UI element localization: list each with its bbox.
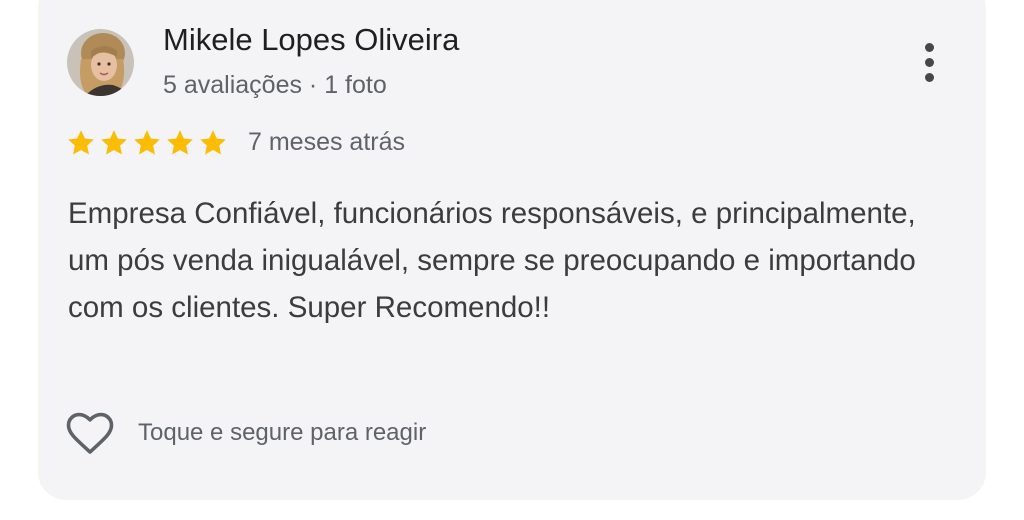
more-vertical-icon-dot: [924, 72, 934, 82]
star-rating: [66, 128, 228, 158]
reviewer-avatar[interactable]: [67, 29, 134, 96]
more-vertical-icon: [924, 42, 934, 52]
react-button[interactable]: Toque e segure para reagir: [66, 410, 426, 456]
star-icon: [134, 130, 160, 155]
avatar-image: [67, 29, 134, 96]
star-icon: [200, 130, 226, 155]
star-icon: [68, 130, 94, 155]
more-options-button[interactable]: [910, 38, 948, 86]
heart-outline-icon: [66, 412, 114, 454]
star-icon: [167, 130, 193, 155]
review-time: 7 meses atrás: [248, 128, 406, 156]
more-vertical-icon-dot: [924, 57, 934, 67]
review-text: Empresa Confiável, funcionários responsá…: [68, 197, 916, 324]
star-icon: [101, 130, 127, 155]
reviewer-name[interactable]: Mikele Lopes Oliveira: [163, 22, 459, 58]
reviewer-meta: 5 avaliações · 1 foto: [163, 71, 387, 99]
react-hint-label: Toque e segure para reagir: [138, 419, 427, 446]
